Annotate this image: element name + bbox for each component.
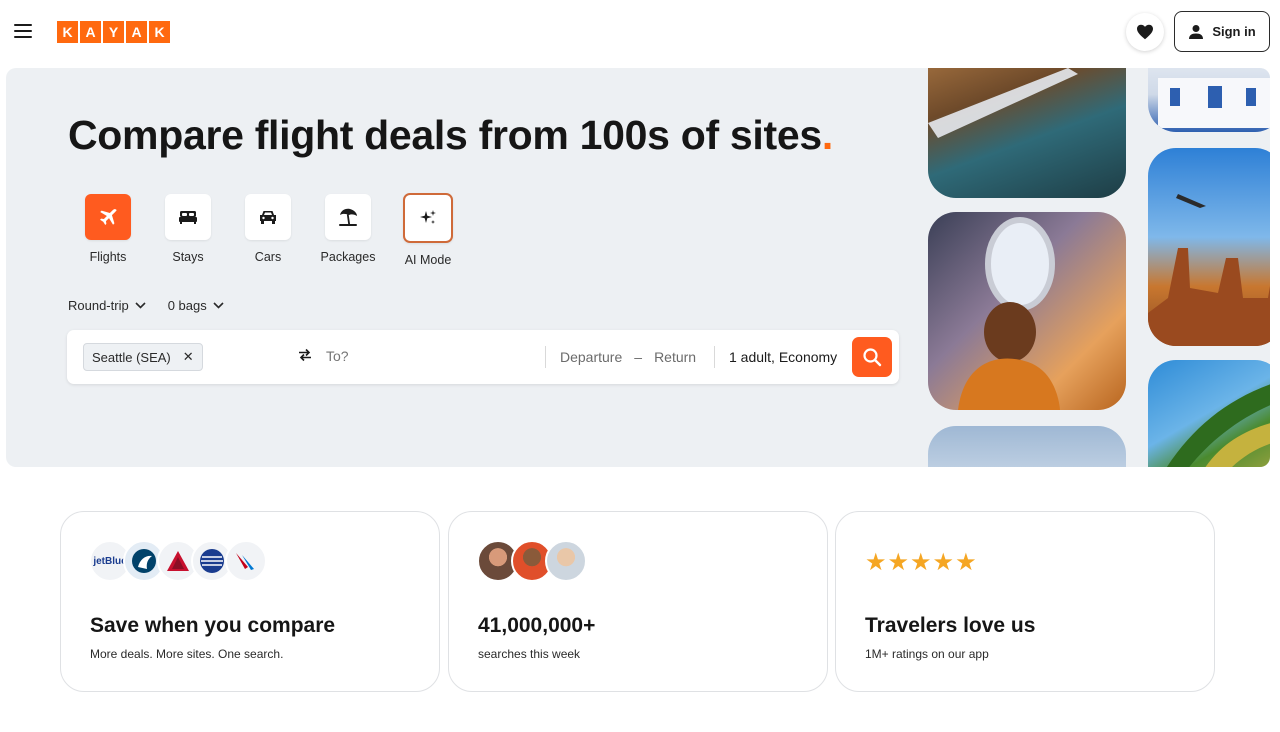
tab-packages[interactable]: Packages [308,194,388,267]
vertical-tabs: Flights Stays Cars Packages AI Mode [68,193,468,267]
tab-label: Cars [254,250,282,264]
tab-cars-box [245,194,291,240]
user-icon [1189,24,1204,39]
date-range: Departure – Return [560,349,696,365]
bags-dropdown[interactable]: 0 bags [168,298,224,313]
plane-icon [100,209,117,225]
swap-icon[interactable] [297,348,313,367]
card-title: Travelers love us [865,614,1036,637]
return-date-field[interactable]: Return [654,349,696,365]
tab-cars[interactable]: Cars [228,194,308,267]
american-logo [225,540,267,582]
trip-type-label: Round-trip [68,298,129,313]
hero-section: Compare flight deals from 100s of sites.… [6,68,1270,467]
traveler-avatars [477,540,587,582]
travelers-cabin-selector[interactable]: 1 adult, Economy [729,349,837,365]
hamburger-menu-icon[interactable] [10,18,36,44]
desert-plane-photo [1148,148,1270,346]
ratings-card: ★ ★ ★ ★ ★ Travelers love us 1M+ ratings … [835,511,1215,692]
airline-logos: jetBlue [89,540,267,582]
tab-stays-box [165,194,211,240]
flight-search-form: Seattle (SEA) ✕ Departure – Return 1 adu… [67,330,899,384]
date-separator: – [634,349,643,365]
card-title: Save when you compare [90,614,336,637]
star-icon: ★ [955,549,977,576]
white-house-photo [1148,68,1270,132]
compare-card: jetBlue Save when you compare More deals… [60,511,440,692]
palm-leaf-photo [1148,360,1270,467]
searches-card: 41,000,000+ searches this week [448,511,828,692]
origin-chip[interactable]: Seattle (SEA) ✕ [83,343,203,371]
rating-stars: ★ ★ ★ ★ ★ [865,548,977,577]
origin-label: Seattle (SEA) [92,349,171,365]
trip-type-dropdown[interactable]: Round-trip [68,298,146,313]
divider [714,346,715,368]
tab-flights-box [85,194,131,240]
logo-letter: Y [103,21,124,43]
tab-stays[interactable]: Stays [148,194,228,267]
tab-ai-mode-box [403,193,453,243]
star-icon: ★ [865,549,887,576]
bags-label: 0 bags [167,298,207,313]
sky-photo [928,426,1126,467]
page-title-text: Compare flight deals from 100s of sites [68,112,822,158]
title-dot: . [821,112,833,158]
top-header: K A Y A K Sign in [0,0,1280,64]
card-title: 41,000,000+ [478,614,596,637]
divider [545,346,546,368]
sparkle-icon [420,210,436,224]
star-icon: ★ [887,549,910,576]
tab-label: Packages [320,250,376,264]
tab-label: Stays [172,250,204,264]
avatar [545,540,587,582]
child-window-photo [928,212,1126,410]
logo-letter: K [149,21,170,43]
card-subtitle: More deals. More sites. One search. [90,647,284,661]
heart-icon [1137,24,1153,40]
star-icon: ★ [932,549,955,576]
logo-letter: K [57,21,78,43]
search-button[interactable] [852,337,892,377]
destination-input[interactable] [326,348,526,364]
sign-in-button[interactable]: Sign in [1174,11,1270,52]
chevron-down-icon [213,302,224,309]
search-options: Round-trip 0 bags [68,298,224,313]
search-icon [863,348,882,367]
aerial-wing-photo [928,68,1126,198]
close-icon[interactable]: ✕ [183,349,194,365]
car-icon [260,211,276,224]
tab-ai-mode[interactable]: AI Mode [388,193,468,267]
tab-flights[interactable]: Flights [68,194,148,267]
chevron-down-icon [135,302,146,309]
star-icon: ★ [910,549,932,576]
sign-in-label: Sign in [1212,24,1256,39]
tab-label: AI Mode [404,253,452,267]
favorites-button[interactable] [1126,13,1164,51]
card-subtitle: 1M+ ratings on our app [865,647,989,661]
bed-icon [179,211,197,224]
logo-letter: A [80,21,101,43]
page-title: Compare flight deals from 100s of sites. [68,112,833,159]
card-subtitle: searches this week [478,647,581,661]
beach-umbrella-icon [339,208,357,226]
tab-packages-box [325,194,371,240]
tab-label: Flights [89,250,127,264]
kayak-logo[interactable]: K A Y A K [57,21,170,43]
departure-date-field[interactable]: Departure [560,349,622,365]
logo-letter: A [126,21,147,43]
